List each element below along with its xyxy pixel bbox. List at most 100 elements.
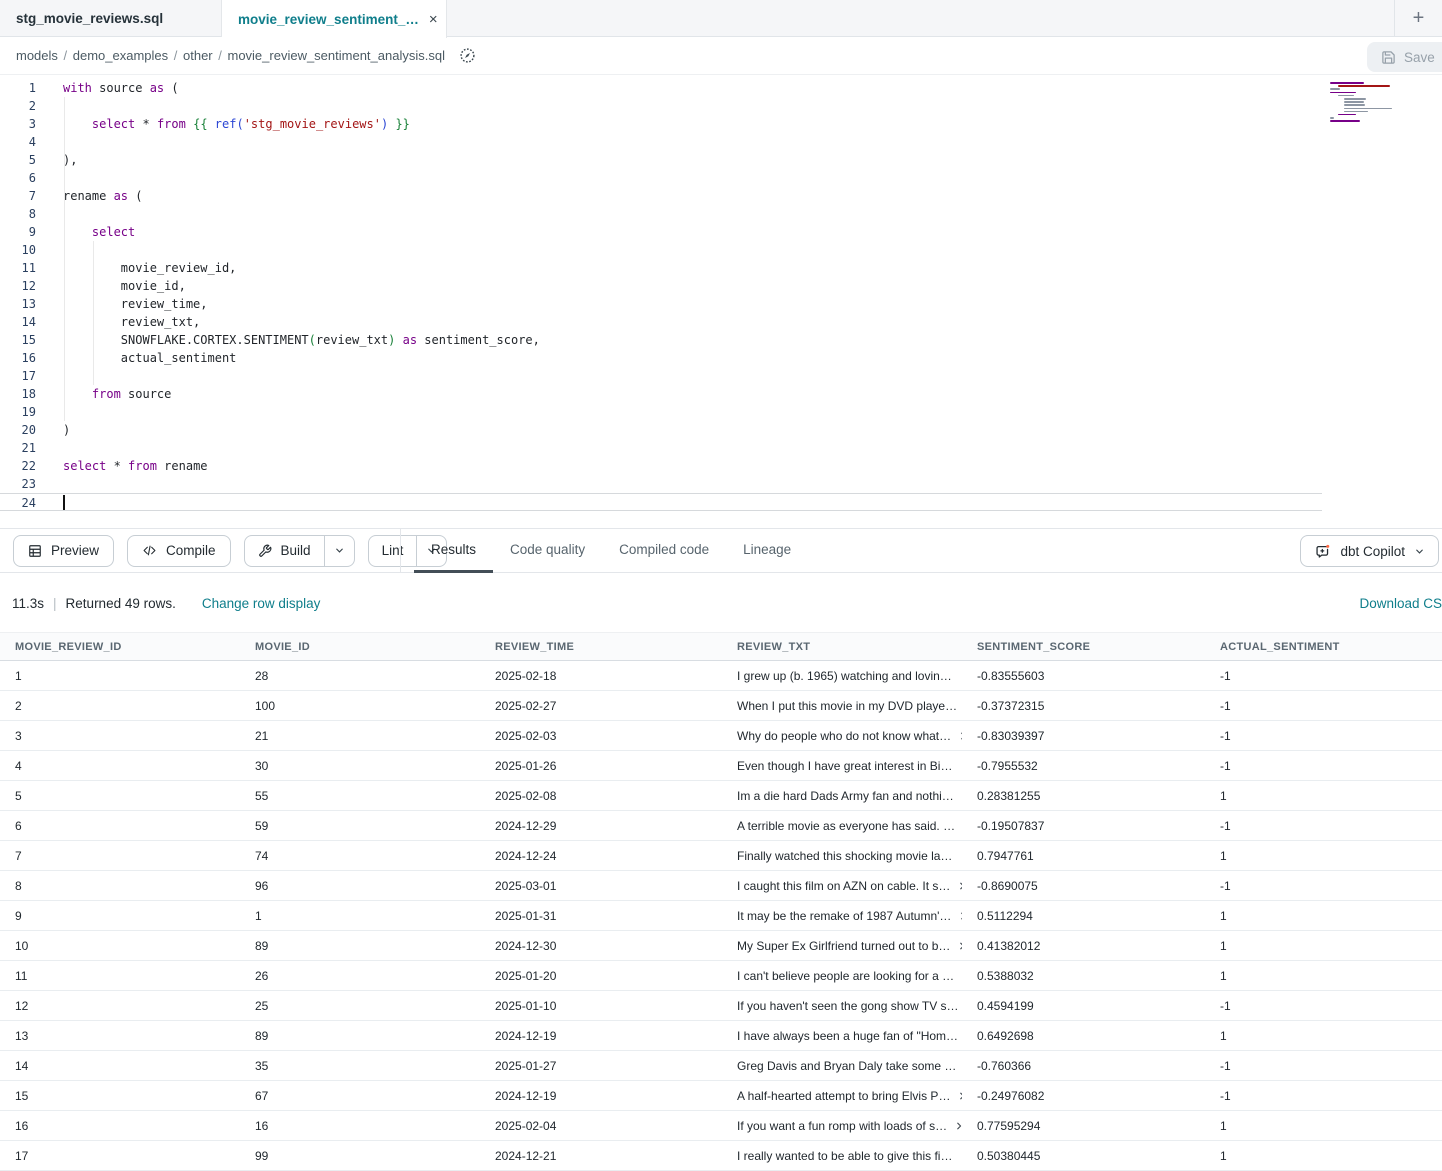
column-header: MOVIE_REVIEW_ID bbox=[0, 633, 240, 660]
line-number: 3 bbox=[0, 115, 36, 133]
cell-actual_sentiment: 1 bbox=[1205, 961, 1442, 990]
code-line: 19 bbox=[0, 403, 1442, 421]
code-line: 18 from source bbox=[0, 385, 1442, 403]
change-row-display-link[interactable]: Change row display bbox=[202, 596, 321, 611]
review-text: I grew up (b. 1965) watching and lovin… bbox=[737, 661, 952, 690]
cell-review_time: 2025-01-20 bbox=[480, 961, 722, 990]
cell-movie_id: 35 bbox=[240, 1051, 480, 1080]
code-line: 5), bbox=[0, 151, 1442, 169]
results-meta-bar: 11.3s | Returned 49 rows. Change row dis… bbox=[0, 574, 1442, 632]
table-row: 16162025-02-04If you want a fun romp wit… bbox=[0, 1111, 1442, 1141]
cell-review_time: 2025-01-27 bbox=[480, 1051, 722, 1080]
cell-movie_id: 21 bbox=[240, 721, 480, 750]
code-line: 11 movie_review_id, bbox=[0, 259, 1442, 277]
breadcrumb-segment: movie_review_sentiment_analysis.sql bbox=[227, 48, 445, 63]
line-number: 13 bbox=[0, 295, 36, 313]
dbt-ide-window: { "colors": { "accent_teal": "#0f7e8b", … bbox=[0, 0, 1442, 1166]
tab-results[interactable]: Results bbox=[414, 529, 493, 573]
cell-sentiment_score: 0.28381255 bbox=[962, 781, 1205, 810]
cell-movie_review_id: 5 bbox=[0, 781, 240, 810]
line-content bbox=[36, 133, 63, 151]
tab-code-quality[interactable]: Code quality bbox=[493, 529, 602, 573]
line-content bbox=[36, 169, 63, 187]
build-dropdown-button[interactable] bbox=[324, 536, 354, 566]
review-text: If you haven't seen the gong show TV s… bbox=[737, 991, 959, 1020]
cell-movie_id: 25 bbox=[240, 991, 480, 1020]
indent-guide bbox=[64, 97, 65, 421]
review-text: I caught this film on AZN on cable. It s… bbox=[737, 871, 950, 900]
download-csv-wrap: Download CSV bbox=[1359, 574, 1442, 632]
cell-review_time: 2024-12-19 bbox=[480, 1081, 722, 1110]
compile-button[interactable]: Compile bbox=[127, 535, 231, 567]
cell-review-txt: A half-hearted attempt to bring Elvis P… bbox=[722, 1081, 962, 1110]
tab-stg-movie-reviews[interactable]: stg_movie_reviews.sql bbox=[0, 0, 222, 37]
editor-minimap[interactable] bbox=[1330, 82, 1404, 130]
cell-actual_sentiment: -1 bbox=[1205, 1081, 1442, 1110]
save-button[interactable]: Save bbox=[1367, 42, 1442, 72]
table-row: 6592024-12-29A terrible movie as everyon… bbox=[0, 811, 1442, 841]
table-body: 1282025-02-18I grew up (b. 1965) watchin… bbox=[0, 661, 1442, 1171]
expand-row-button[interactable] bbox=[954, 1121, 962, 1131]
dbt-copilot-button[interactable]: dbt Copilot bbox=[1300, 535, 1439, 567]
table-row: 21002025-02-27When I put this movie in m… bbox=[0, 691, 1442, 721]
plus-icon: + bbox=[1413, 7, 1425, 30]
line-content: select * from {{ ref('stg_movie_reviews'… bbox=[36, 115, 410, 133]
line-number: 16 bbox=[0, 349, 36, 367]
tab-label: stg_movie_reviews.sql bbox=[16, 11, 163, 26]
cell-review-txt: It may be the remake of 1987 Autumn'… bbox=[722, 901, 962, 930]
editor-tab-bar: stg_movie_reviews.sql movie_review_senti… bbox=[0, 0, 1442, 37]
tab-lineage[interactable]: Lineage bbox=[726, 529, 808, 573]
table-row: 4302025-01-26Even though I have great in… bbox=[0, 751, 1442, 781]
cell-movie_id: 16 bbox=[240, 1111, 480, 1140]
cell-review-txt: When I put this movie in my DVD playe… bbox=[722, 691, 962, 720]
new-tab-button[interactable]: + bbox=[1394, 0, 1442, 36]
review-text: Greg Davis and Bryan Daly take some … bbox=[737, 1051, 956, 1080]
build-button[interactable]: Build bbox=[245, 536, 324, 566]
line-number: 20 bbox=[0, 421, 36, 439]
breadcrumb-segment: other bbox=[183, 48, 213, 63]
cell-movie_id: 59 bbox=[240, 811, 480, 840]
code-line: 9 select bbox=[0, 223, 1442, 241]
preview-button[interactable]: Preview bbox=[13, 535, 114, 567]
expand-cell-icon bbox=[954, 1121, 962, 1131]
code-line: 10 bbox=[0, 241, 1442, 259]
cell-movie_review_id: 16 bbox=[0, 1111, 240, 1140]
cell-review-txt: My Super Ex Girlfriend turned out to b… bbox=[722, 931, 962, 960]
table-row: 14352025-01-27 Greg Davis and Bryan Daly … bbox=[0, 1051, 1442, 1081]
line-content: ), bbox=[36, 151, 77, 169]
table-row: 5552025-02-08Im a die hard Dads Army fan… bbox=[0, 781, 1442, 811]
cell-actual_sentiment: -1 bbox=[1205, 751, 1442, 780]
line-number: 2 bbox=[0, 97, 36, 115]
cell-sentiment_score: 0.6492698 bbox=[962, 1021, 1205, 1050]
cell-movie_review_id: 15 bbox=[0, 1081, 240, 1110]
close-tab-icon[interactable]: × bbox=[429, 12, 438, 27]
explore-lineage-button[interactable] bbox=[455, 43, 481, 69]
cell-movie_review_id: 14 bbox=[0, 1051, 240, 1080]
editor-action-bar: Preview Compile Build Lint ResultsCode q… bbox=[0, 528, 1442, 573]
code-editor[interactable]: 1with source as (23 select * from {{ ref… bbox=[0, 75, 1442, 528]
cell-actual_sentiment: 1 bbox=[1205, 901, 1442, 930]
table-row: 8962025-03-01I caught this film on AZN o… bbox=[0, 871, 1442, 901]
cell-movie_id: 28 bbox=[240, 661, 480, 690]
tab-movie-review-sentiment[interactable]: movie_review_sentiment_… × bbox=[222, 0, 447, 38]
table-row: 11262025-01-20I can't believe people are… bbox=[0, 961, 1442, 991]
cell-movie_id: 26 bbox=[240, 961, 480, 990]
cell-sentiment_score: -0.37372315 bbox=[962, 691, 1205, 720]
review-text: When I put this movie in my DVD playe… bbox=[737, 691, 957, 720]
code-line: 3 select * from {{ ref('stg_movie_review… bbox=[0, 115, 1442, 133]
table-row: 13892024-12-19I have always been a huge … bbox=[0, 1021, 1442, 1051]
chevron-down-icon bbox=[1414, 546, 1425, 557]
line-content bbox=[36, 205, 63, 223]
line-number: 24 bbox=[0, 494, 36, 510]
cell-review-txt: Greg Davis and Bryan Daly take some … bbox=[722, 1051, 962, 1080]
cell-review_time: 2024-12-29 bbox=[480, 811, 722, 840]
cell-review-txt: Even though I have great interest in Bi… bbox=[722, 751, 962, 780]
tab-compiled-code[interactable]: Compiled code bbox=[602, 529, 726, 573]
breadcrumb-separator: / bbox=[58, 48, 73, 63]
code-line: 16 actual_sentiment bbox=[0, 349, 1442, 367]
download-csv-link[interactable]: Download CSV bbox=[1359, 596, 1442, 611]
review-text: My Super Ex Girlfriend turned out to b… bbox=[737, 931, 950, 960]
cell-movie_id: 100 bbox=[240, 691, 480, 720]
review-text: I have always been a huge fan of "Hom… bbox=[737, 1021, 958, 1050]
table-row: 7742024-12-24Finally watched this shocki… bbox=[0, 841, 1442, 871]
